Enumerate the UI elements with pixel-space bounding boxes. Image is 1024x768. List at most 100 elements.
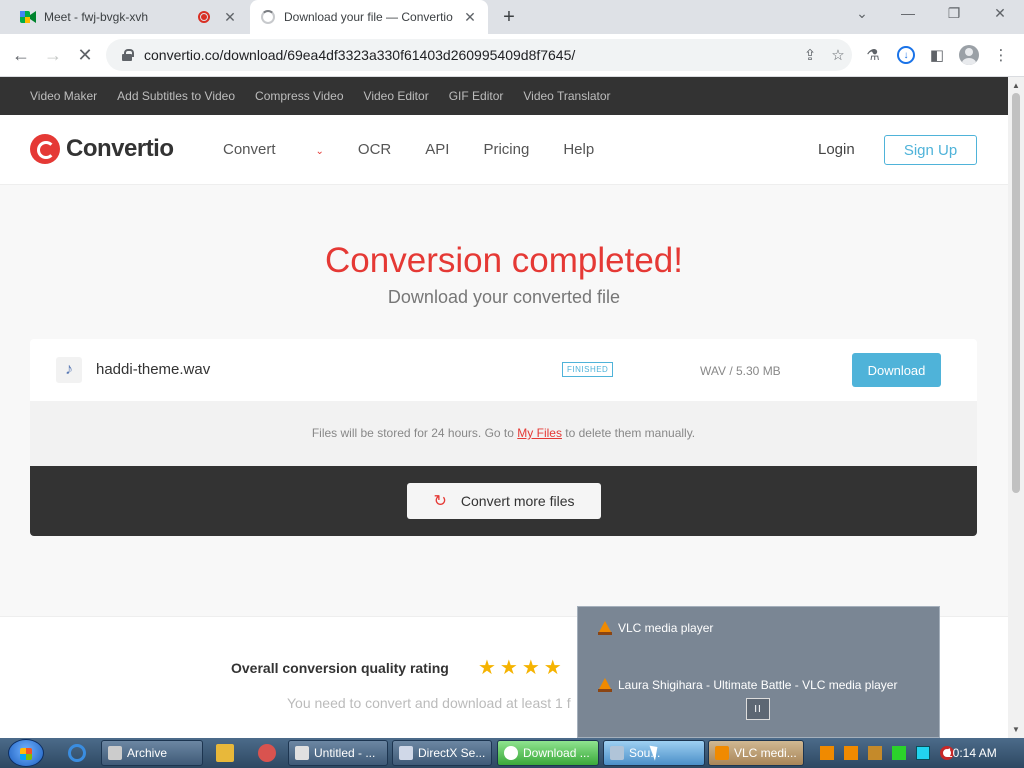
signup-button[interactable]: Sign Up (884, 135, 977, 165)
taskbar-clock[interactable]: 10:14 AM (946, 746, 997, 760)
scroll-up-icon[interactable]: ▲ (1012, 81, 1020, 90)
side-panel-icon[interactable]: ◧ (926, 44, 948, 66)
page-title: Conversion completed! (325, 241, 683, 280)
convert-more-bar: ↻ Convert more files (30, 466, 977, 536)
nav-api[interactable]: API (425, 141, 449, 158)
lock-icon[interactable] (122, 49, 134, 61)
logo-text: Convertio (66, 135, 174, 162)
nav-menu: Convert ⌄ OCR API Pricing Help (223, 141, 628, 158)
vlc-tray-icon[interactable] (820, 746, 834, 760)
download-button[interactable]: Download (852, 353, 941, 387)
taskbar-button-chrome[interactable]: Download ... (497, 740, 599, 766)
chrome-icon (504, 746, 518, 760)
share-icon[interactable]: ⇪ (796, 46, 824, 64)
close-tab-icon[interactable]: ✕ (460, 9, 480, 26)
scroll-down-icon[interactable]: ▼ (1012, 725, 1020, 734)
nav-help[interactable]: Help (563, 141, 594, 158)
convert-more-label: Convert more files (460, 493, 575, 509)
logo-icon (30, 134, 60, 164)
topbar-link[interactable]: Add Subtitles to Video (117, 89, 235, 103)
forward-icon[interactable]: → (42, 45, 64, 65)
tab-label: Download your file — Convertio (284, 10, 453, 24)
vlc-popup-label: VLC media player (618, 621, 714, 635)
nav-pricing[interactable]: Pricing (483, 141, 529, 158)
app-tray-icon[interactable] (868, 746, 882, 760)
scroll-thumb[interactable] (1012, 93, 1020, 493)
status-badge: FINISHED (562, 362, 614, 377)
taskbar-button-directx[interactable]: DirectX Se... (392, 740, 492, 766)
pause-button[interactable]: II (746, 698, 770, 720)
directx-icon (399, 746, 413, 760)
close-tab-icon[interactable]: ✕ (220, 9, 240, 26)
my-files-link[interactable]: My Files (517, 426, 562, 440)
recording-icon (198, 11, 210, 23)
new-tab-icon[interactable]: + (498, 6, 520, 28)
convert-more-button[interactable]: ↻ Convert more files (407, 483, 601, 519)
speaker-icon (610, 746, 624, 760)
taskbar-label: Archive (127, 746, 168, 760)
app-icon[interactable] (258, 744, 276, 762)
storage-note: Files will be stored for 24 hours. Go to… (30, 401, 977, 466)
browser-toolbar: ← → ✕ convertio.co/download/69ea4df3323a… (0, 34, 1024, 77)
taskbar-label: Download ... (523, 746, 590, 760)
rating-label: Overall conversion quality rating (231, 660, 449, 676)
display-icon[interactable] (916, 746, 930, 760)
stop-loading-icon[interactable]: ✕ (74, 45, 96, 65)
topbar-link[interactable]: GIF Editor (449, 89, 504, 103)
page-scrollbar[interactable]: ▲ ▼ (1008, 77, 1024, 738)
topbar-link[interactable]: Video Editor (364, 89, 429, 103)
rating-note: You need to convert and download at leas… (287, 695, 571, 711)
back-icon[interactable]: ← (10, 45, 32, 65)
login-link[interactable]: Login (818, 141, 855, 158)
media-icon[interactable] (216, 744, 234, 762)
vlc-cone-icon (598, 678, 612, 692)
music-note-icon: ♪ (56, 357, 82, 383)
taskbar-button-untitled[interactable]: Untitled - ... (288, 740, 388, 766)
taskbar-label: DirectX Se... (418, 746, 486, 760)
tab-search-icon[interactable]: ⌄ (852, 5, 872, 22)
file-meta: WAV / 5.30 MB (700, 364, 781, 378)
tab-label: Meet - fwj-bvgk-xvh (44, 10, 149, 24)
taskbar-button-vlc[interactable]: VLC medi... (708, 740, 804, 766)
close-window-icon[interactable]: ✕ (990, 5, 1010, 22)
network-icon[interactable] (892, 746, 906, 760)
loading-spinner-icon (260, 9, 276, 25)
nav-convert[interactable]: Convert ⌄ (223, 141, 324, 158)
minimize-icon[interactable]: — (898, 5, 918, 21)
profile-icon[interactable] (958, 44, 980, 66)
taskbar-button-archive[interactable]: Archive (101, 740, 203, 766)
downloads-icon[interactable]: ↓ (895, 44, 917, 66)
main-nav: Convertio Convert ⌄ OCR API Pricing Help … (0, 115, 1008, 185)
convertio-logo[interactable]: Convertio (30, 134, 174, 164)
url-text[interactable]: convertio.co/download/69ea4df3323a330f61… (144, 47, 796, 63)
address-bar[interactable]: convertio.co/download/69ea4df3323a330f61… (106, 39, 852, 71)
browser-tab-strip: Meet - fwj-bvgk-xvh ✕ Download your file… (0, 0, 1024, 34)
archive-icon (108, 746, 122, 760)
meet-icon (20, 9, 36, 25)
topbar-link[interactable]: Video Maker (30, 89, 97, 103)
vlc-tray-icon[interactable] (844, 746, 858, 760)
tools-topbar: Video Maker Add Subtitles to Video Compr… (0, 77, 1008, 115)
vlc-popup-label: Laura Shigihara - Ultimate Battle - VLC … (618, 678, 898, 692)
start-button[interactable] (8, 739, 44, 767)
tab-meet[interactable]: Meet - fwj-bvgk-xvh ✕ (10, 0, 248, 34)
topbar-link[interactable]: Video Translator (523, 89, 610, 103)
restore-icon[interactable]: ❐ (944, 5, 964, 22)
refresh-icon: ↻ (433, 493, 447, 510)
nav-ocr[interactable]: OCR (358, 141, 391, 158)
menu-kebab-icon[interactable]: ⋮ (990, 44, 1012, 66)
internet-explorer-icon[interactable] (68, 744, 86, 762)
vlc-taskbar-popup: VLC media player Laura Shigihara - Ultim… (577, 606, 940, 738)
bookmark-star-icon[interactable]: ☆ (824, 46, 852, 64)
tab-convertio[interactable]: Download your file — Convertio ✕ (250, 0, 488, 34)
vlc-popup-item[interactable]: VLC media player (598, 621, 713, 635)
nav-convert-label: Convert (223, 141, 276, 158)
extension-icon[interactable]: ⚗ (862, 44, 884, 66)
windows-taskbar: Archive Untitled - ... DirectX Se... Dow… (0, 738, 1024, 768)
rating-stars[interactable]: ★★★★ (478, 655, 566, 680)
topbar-link[interactable]: Compress Video (255, 89, 344, 103)
vlc-icon (715, 746, 729, 760)
storage-note-text: to delete them manually. (561, 426, 696, 440)
vlc-popup-item[interactable]: Laura Shigihara - Ultimate Battle - VLC … (598, 678, 897, 692)
chevron-down-icon: ⌄ (315, 146, 324, 157)
